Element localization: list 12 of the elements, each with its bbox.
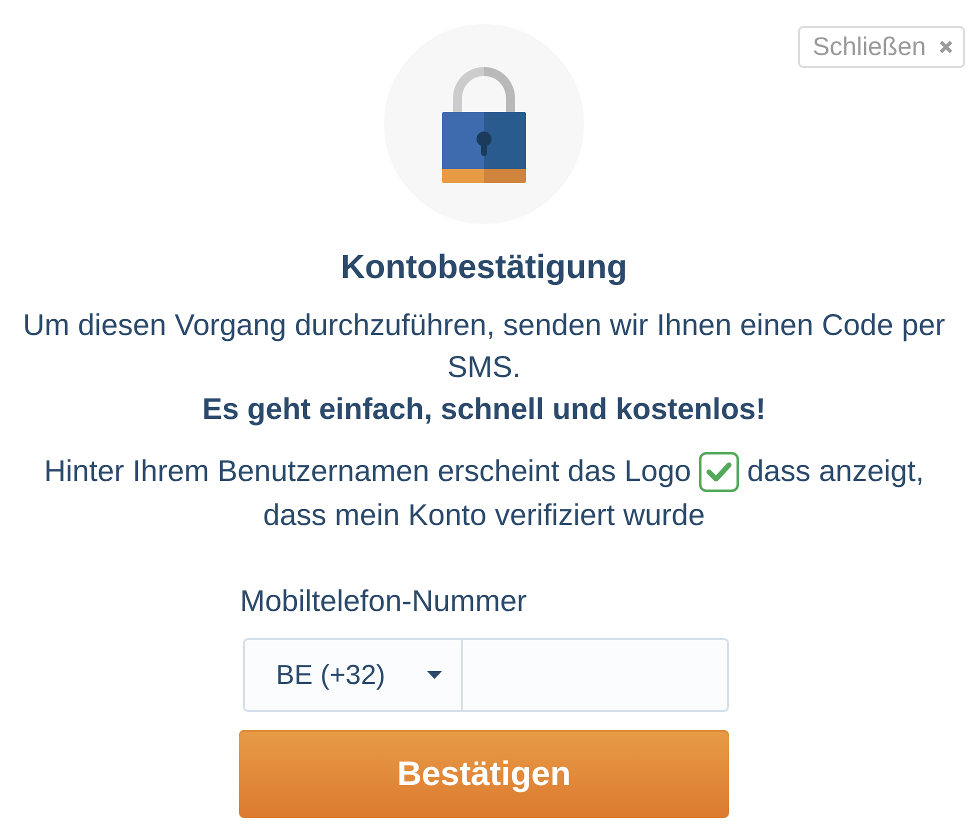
phone-label: Mobiltelefon-Nummer (239, 586, 527, 618)
check-icon (699, 452, 740, 492)
padlock-icon (384, 24, 584, 224)
dialog-title: Kontobestätigung (340, 249, 628, 287)
notice-text: dass mein Konto verifiziert wurde (263, 498, 705, 534)
notice-text: dass anzeigt, (747, 454, 924, 490)
tagline-text: Es geht einfach, schnell und kostenlos! (202, 392, 766, 428)
confirm-button[interactable]: Bestätigen (239, 730, 729, 818)
intro-text: Um diesen Vorgang durchzuführen, senden wir Ihnen einen Code per SMS. (22, 308, 946, 386)
close-button[interactable]: Schließen (798, 26, 965, 68)
close-icon (939, 40, 953, 54)
notice-text: Hinter Ihrem Benutzernamen erscheint das Logo (44, 454, 692, 490)
